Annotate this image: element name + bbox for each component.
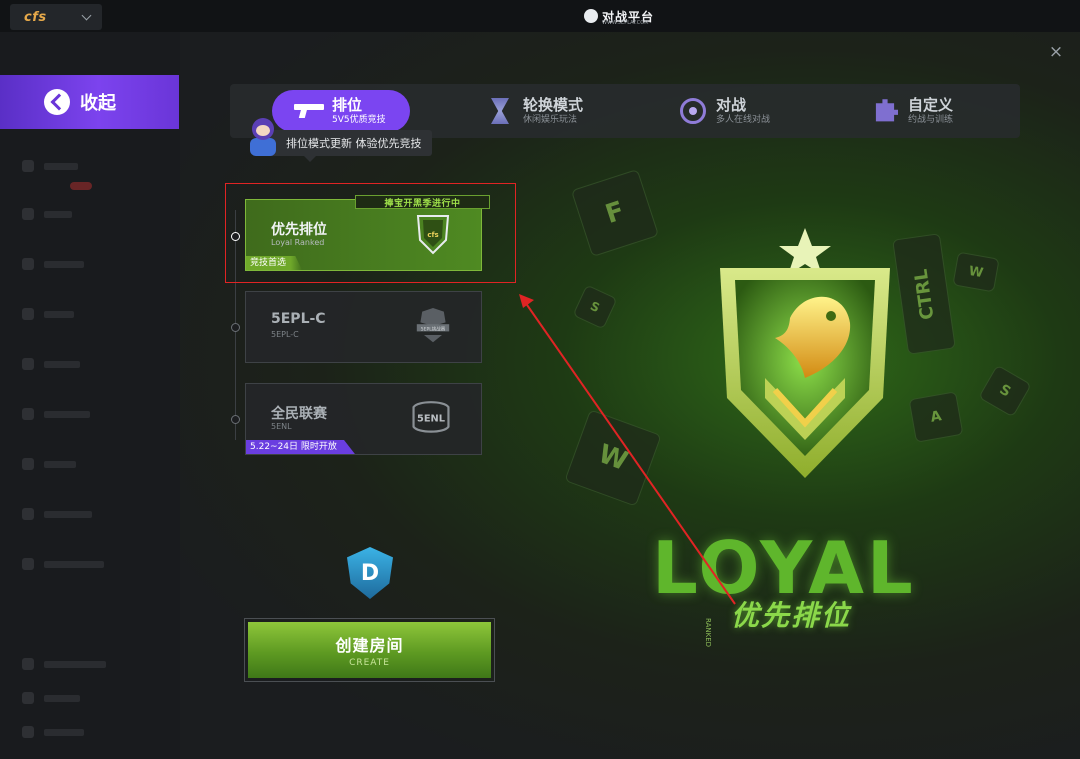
sidebar-item <box>22 408 90 420</box>
mode-card-5enl[interactable]: 全民联赛 5ENL 5ENL 5.22~24日 限时开放 <box>245 383 482 455</box>
back-arrow-icon <box>44 89 70 115</box>
tab-rotation[interactable]: 轮换模式 休闲娱乐玩法 <box>485 90 583 132</box>
mascot-icon <box>244 118 282 158</box>
sidebar-item <box>22 458 76 470</box>
close-icon[interactable]: × <box>1048 44 1064 61</box>
sidebar-item <box>22 308 74 320</box>
tab-sub: 休闲娱乐玩法 <box>523 115 578 125</box>
top-bar: cfs 对战平台 WWW.5EPLAY.COM <box>0 0 1080 32</box>
timeline-dot <box>231 415 240 424</box>
pistol-icon <box>294 96 324 126</box>
card-title: 全民联赛 <box>271 406 327 422</box>
hero-subtitle: 优先排位 <box>731 599 852 632</box>
keycap-a: A <box>908 391 964 443</box>
mode-card-5epl-c[interactable]: 5EPL-C 5EPL-C 5EPL挑战赛 <box>245 291 482 363</box>
brand-subtitle: WWW.5EPLAY.COM <box>602 20 649 26</box>
sidebar-item <box>22 508 92 520</box>
card-title: 5EPL-C <box>271 311 326 327</box>
brand-mark-icon <box>584 9 598 23</box>
target-icon <box>678 96 708 126</box>
chevron-down-icon <box>81 10 92 21</box>
card-badge-label: 5ENL <box>417 413 445 424</box>
app-root: cfs 对战平台 WWW.5EPLAY.COM 收起 × 排位 5V5优质竞技 … <box>0 0 1080 759</box>
keycap-w-small: W <box>952 251 1000 293</box>
rank-emblem-icon: D <box>336 544 404 602</box>
tab-battle[interactable]: 对战 多人在线对战 <box>678 90 770 132</box>
loyal-shield-emblem <box>720 228 890 478</box>
create-room-button[interactable]: 创建房间 CREATE <box>248 622 491 678</box>
sidebar-item <box>22 160 78 172</box>
sidebar-item <box>22 358 80 370</box>
puzzle-icon <box>870 96 900 126</box>
sidebar: 收起 <box>0 32 180 759</box>
sidebar-item <box>22 658 106 670</box>
notification-badge <box>70 182 92 190</box>
brand-logo: 对战平台 WWW.5EPLAY.COM <box>584 5 654 27</box>
5enl-badge-icon: 5ENL <box>412 401 450 433</box>
sidebar-item <box>22 258 84 270</box>
tab-label: 轮换模式 <box>523 96 584 114</box>
card-subtitle: 5EPL-C <box>271 330 299 339</box>
tab-label: 对战 <box>716 96 747 114</box>
hero-side-text: RANKED <box>704 618 712 648</box>
tab-label: 排位 <box>332 96 363 114</box>
update-tooltip: 排位模式更新 体验优先竞技 <box>262 130 432 162</box>
collapse-label: 收起 <box>80 93 116 114</box>
tab-label: 自定义 <box>908 96 954 114</box>
annotation-highlight-box <box>225 183 516 283</box>
create-room-sub: CREATE <box>349 658 390 668</box>
create-room-frame: 创建房间 CREATE <box>244 618 495 682</box>
tab-sub: 多人在线对战 <box>716 115 771 125</box>
sidebar-item <box>22 726 84 738</box>
card-subtitle: 5ENL <box>271 422 292 431</box>
create-room-label: 创建房间 <box>335 636 404 655</box>
sidebar-item <box>22 208 72 220</box>
tab-sub: 5V5优质竞技 <box>332 115 386 125</box>
collapse-button[interactable]: 收起 <box>0 75 179 129</box>
sidebar-item <box>22 558 104 570</box>
card-tag: 5.22~24日 限时开放 <box>246 440 355 454</box>
tab-custom[interactable]: 自定义 约战与训练 <box>870 90 953 132</box>
tooltip-text: 排位模式更新 体验优先竞技 <box>286 137 422 150</box>
sidebar-item <box>22 692 80 704</box>
keycap-ctrl-label: CTRL <box>910 267 938 321</box>
hourglass-icon <box>485 96 515 126</box>
5epl-badge-icon: 5EPL挑战赛 <box>416 308 450 343</box>
timeline-dot <box>231 323 240 332</box>
game-name: cfs <box>24 9 47 25</box>
emblem-letter: D <box>360 560 380 586</box>
game-selector[interactable]: cfs <box>10 4 102 30</box>
tab-ranked[interactable]: 排位 5V5优质竞技 <box>272 90 410 132</box>
tab-sub: 约战与训练 <box>908 115 954 125</box>
